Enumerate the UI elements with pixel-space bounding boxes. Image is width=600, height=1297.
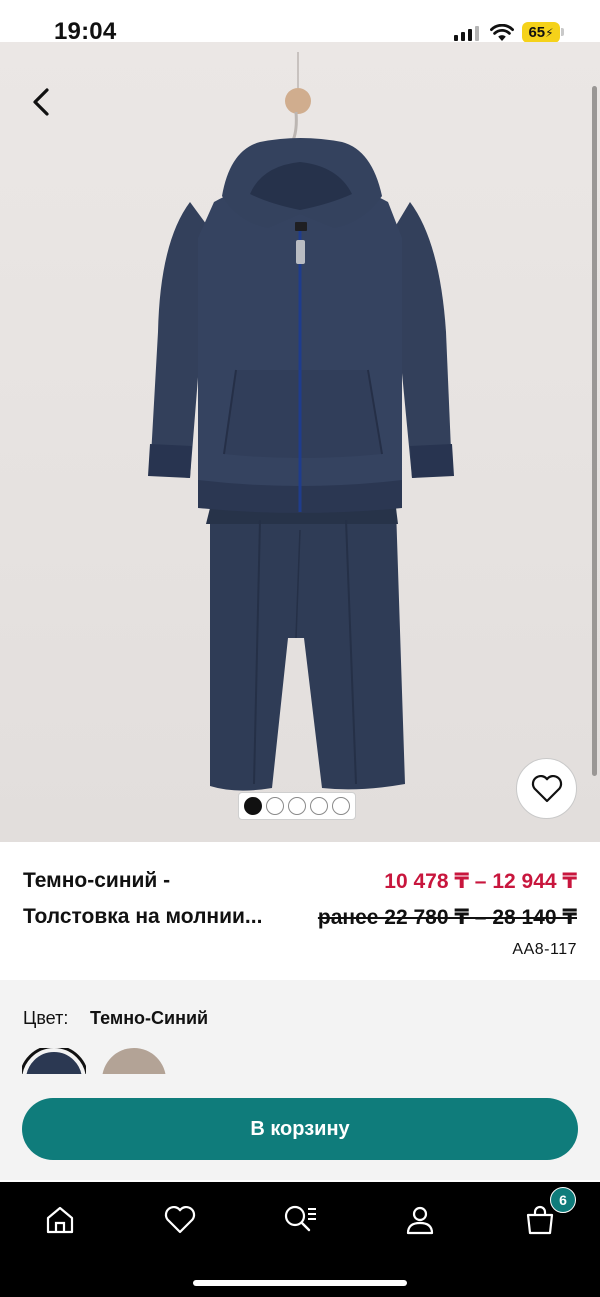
bag-icon <box>526 1205 554 1235</box>
product-image <box>148 52 454 791</box>
color-swatch-navy-wrap <box>22 1048 86 1074</box>
add-to-favorites-button[interactable] <box>516 758 577 819</box>
wifi-icon <box>490 24 514 41</box>
search-list-icon <box>284 1205 316 1232</box>
color-swatch-navy[interactable] <box>22 1048 86 1074</box>
cart-count-badge: 6 <box>550 1187 576 1213</box>
color-selector-section: Цвет: Темно-Синий В корзину <box>0 980 600 1180</box>
nav-favorites[interactable] <box>160 1200 200 1240</box>
status-bar: 19:04 65⚡ <box>0 0 600 45</box>
profile-icon <box>406 1206 434 1235</box>
heart-outline-icon <box>531 774 562 802</box>
color-swatch-taupe-wrap <box>102 1048 166 1074</box>
image-pagination[interactable] <box>238 792 356 820</box>
cellular-signal-icon <box>454 26 479 41</box>
pagination-dot[interactable] <box>266 797 284 815</box>
nav-home[interactable] <box>40 1200 80 1240</box>
battery-charging-icon: 65⚡ <box>522 22 560 43</box>
pagination-dot[interactable] <box>288 797 306 815</box>
product-title-continued[interactable]: Толстовка на молнии... <box>23 905 262 929</box>
add-to-cart-button[interactable]: В корзину <box>22 1098 578 1160</box>
old-price: ранее 22 780 ₸ – 28 140 ₸ <box>317 906 577 929</box>
color-label: Цвет: <box>23 1008 69 1028</box>
selected-color: Темно-Синий <box>90 1008 209 1028</box>
product-image-gallery[interactable] <box>0 42 600 842</box>
bottom-navigation: 6 <box>0 1182 600 1297</box>
home-icon <box>46 1206 74 1234</box>
nav-search[interactable] <box>280 1200 320 1240</box>
product-sku: AA8-117 <box>512 941 577 958</box>
battery-level: 65 <box>528 24 546 41</box>
back-chevron-icon[interactable] <box>22 82 62 122</box>
color-swatch-taupe[interactable] <box>102 1048 166 1074</box>
product-info: Темно-синий - Толстовка на молнии... 10 … <box>0 842 600 980</box>
pagination-dot[interactable] <box>332 797 350 815</box>
pagination-dot[interactable] <box>244 797 262 815</box>
pagination-dot[interactable] <box>310 797 328 815</box>
home-indicator <box>193 1280 407 1286</box>
battery-tip <box>561 28 564 36</box>
current-price: 10 478 ₸ – 12 944 ₸ <box>384 870 577 893</box>
product-title[interactable]: Темно-синий - <box>23 869 170 893</box>
nav-profile[interactable] <box>400 1200 440 1240</box>
scrollbar[interactable] <box>592 86 597 776</box>
heart-icon <box>164 1205 196 1234</box>
